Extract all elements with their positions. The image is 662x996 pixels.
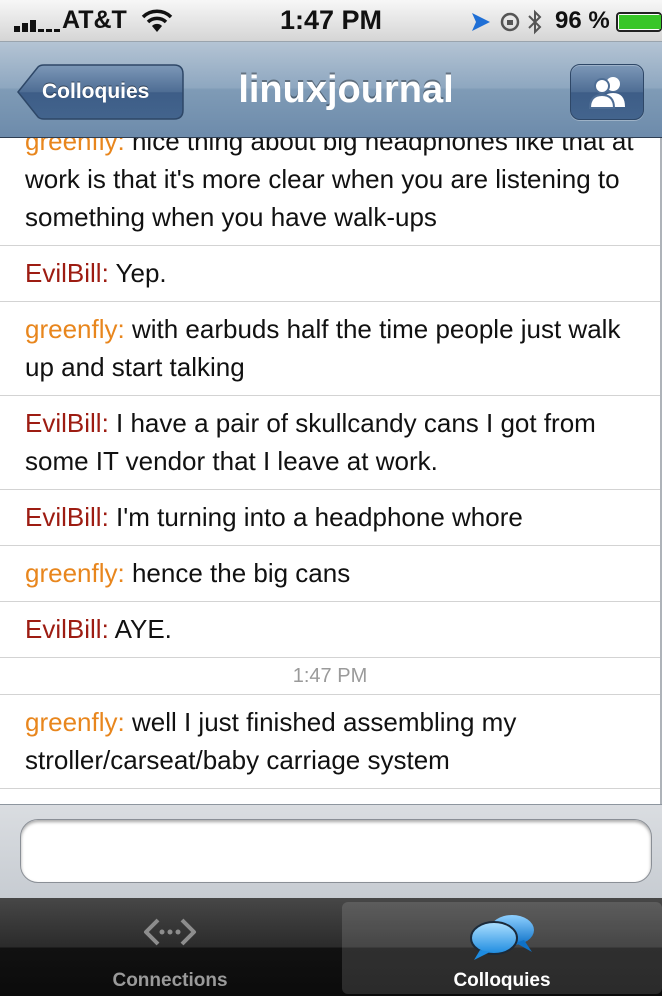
- message-sender[interactable]: greenfly:: [25, 138, 125, 156]
- message-sender[interactable]: EvilBill:: [25, 502, 109, 532]
- message-sender[interactable]: greenfly:: [25, 558, 125, 588]
- input-bar: [0, 804, 662, 898]
- bluetooth-icon: [528, 9, 542, 35]
- transcript-content: greenfly: nice thing about big headphone…: [0, 138, 660, 804]
- chat-message: greenfly: hence the big cans: [0, 546, 660, 602]
- navigation-bar: Colloquies linuxjournal: [0, 42, 662, 138]
- tab-bar: Connections Colloquies: [0, 898, 662, 996]
- chat-message: greenfly: nice thing about big headphone…: [0, 138, 660, 246]
- message-text: Yep.: [108, 258, 167, 288]
- message-sender[interactable]: EvilBill:: [25, 408, 109, 438]
- message-sender[interactable]: greenfly:: [25, 314, 125, 344]
- tab-connections-label: Connections: [112, 970, 228, 991]
- battery-percent: 96 %: [555, 7, 610, 34]
- rotation-lock-icon: [500, 12, 520, 32]
- chat-transcript[interactable]: greenfly: nice thing about big headphone…: [0, 138, 662, 804]
- app-screen: AT&T 1:47 PM 96 % Colloquies linuxjourna…: [0, 0, 662, 996]
- message-text: hence the big cans: [124, 558, 351, 588]
- message-input[interactable]: [20, 819, 652, 883]
- connections-icon: [144, 918, 196, 946]
- message-text: I'm turning into a headphone whore: [108, 502, 523, 532]
- members-button[interactable]: [570, 64, 644, 120]
- status-bar: AT&T 1:47 PM 96 %: [0, 0, 662, 42]
- message-sender[interactable]: EvilBill:: [25, 614, 109, 644]
- members-icon: [588, 77, 625, 109]
- message-sender[interactable]: EvilBill:: [25, 258, 109, 288]
- tab-colloquies-label: Colloquies: [453, 970, 551, 991]
- chat-message: EvilBill: I'm turning into a headphone w…: [0, 490, 660, 546]
- chat-message: greenfly: with earbuds half the time peo…: [0, 302, 660, 396]
- chat-bubbles-icon: [470, 915, 534, 960]
- message-text: I have a pair of skullcandy cans I got f…: [25, 408, 596, 476]
- tab-colloquies[interactable]: Colloquies: [342, 902, 662, 994]
- chat-message: EvilBill: Maybe now is a great time for …: [0, 789, 660, 804]
- chat-message: EvilBill: Yep.: [0, 246, 660, 302]
- message-sender[interactable]: greenfly:: [25, 707, 125, 737]
- tab-connections[interactable]: Connections: [0, 902, 340, 994]
- back-button-label: Colloquies: [42, 80, 150, 103]
- back-button[interactable]: Colloquies: [16, 64, 184, 120]
- message-text: AYE.: [108, 614, 172, 644]
- chat-message: greenfly: well I just finished assemblin…: [0, 695, 660, 789]
- location-arrow-icon: [472, 13, 490, 31]
- battery-icon: [616, 12, 662, 32]
- page-title: linuxjournal: [238, 69, 454, 111]
- chat-message: EvilBill: AYE.: [0, 602, 660, 658]
- chat-message: EvilBill: I have a pair of skullcandy ca…: [0, 396, 660, 490]
- timestamp-separator: 1:47 PM: [0, 658, 660, 695]
